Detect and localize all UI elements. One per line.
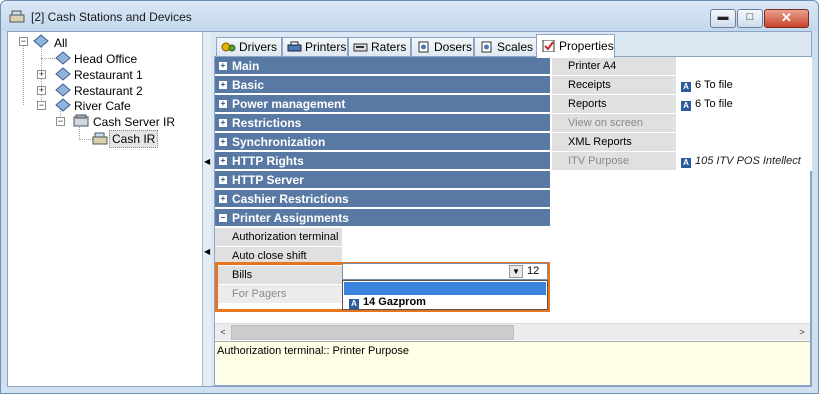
tree-line	[79, 139, 93, 140]
expand-icon[interactable]: +	[219, 100, 227, 108]
expand-icon[interactable]: +	[219, 195, 227, 203]
category-main[interactable]: + Main	[215, 57, 550, 75]
expand-icon[interactable]: +	[219, 176, 227, 184]
server-icon	[73, 114, 89, 127]
tab-printers[interactable]: Printers	[282, 37, 348, 57]
device-tree[interactable]: − All Head Office + Restaurant 1 + Resta…	[8, 32, 203, 386]
cash-stations-window: [2] Cash Stations and Devices ▬ □ ✕ − Al…	[0, 0, 819, 394]
title-bar: [2] Cash Stations and Devices ▬ □ ✕	[1, 1, 818, 31]
printer-icon	[287, 41, 302, 52]
expand-icon[interactable]: +	[37, 86, 46, 95]
property-row[interactable]: XML Reports	[552, 133, 812, 152]
collapse-icon[interactable]: −	[19, 37, 28, 46]
expand-icon[interactable]: +	[37, 70, 46, 79]
close-button[interactable]: ✕	[764, 9, 809, 28]
expand-icon[interactable]: +	[219, 81, 227, 89]
dropdown-highlighted-item[interactable]	[344, 282, 546, 295]
property-name: Authorization terminal	[215, 228, 342, 247]
maximize-button[interactable]: □	[737, 9, 763, 28]
property-row[interactable]: Reports A 6 To file	[552, 95, 812, 114]
cash-register-icon	[9, 10, 25, 23]
expand-icon[interactable]: +	[219, 62, 227, 70]
dropdown-option[interactable]: A 14 Gazprom	[345, 295, 426, 309]
tree-item-all[interactable]: All	[52, 35, 69, 51]
expand-icon[interactable]: +	[219, 157, 227, 165]
tab-drivers[interactable]: Drivers	[216, 37, 282, 57]
drivers-icon	[221, 42, 236, 52]
scroll-left-icon[interactable]: <	[215, 325, 231, 340]
details-pane: Drivers Printers Raters Dosers Scales Pr…	[211, 32, 812, 386]
tree-item-river-cafe[interactable]: River Cafe	[72, 98, 133, 114]
property-row[interactable]: Receipts A 6 To file	[552, 76, 812, 95]
description-panel: Authorization terminal:: Printer Purpose	[215, 341, 810, 385]
minimize-icon: ▬	[717, 11, 729, 23]
printer-dropdown-list[interactable]: A 14 Gazprom	[342, 280, 548, 310]
tree-item-restaurant-1[interactable]: Restaurant 1	[72, 67, 145, 83]
printer-type-icon: A	[349, 299, 359, 309]
scales-icon	[481, 41, 492, 53]
cash-register-icon	[92, 132, 108, 145]
tab-dosers[interactable]: Dosers	[411, 37, 474, 57]
category-power-management[interactable]: + Power management	[215, 95, 550, 113]
doser-icon	[418, 41, 429, 53]
window-title: [2] Cash Stations and Devices	[31, 10, 192, 24]
expand-icon[interactable]: +	[219, 119, 227, 127]
authorization-terminal-combo[interactable]: ▼ 12	[342, 263, 548, 280]
client-area: − All Head Office + Restaurant 1 + Resta…	[7, 31, 812, 387]
property-row[interactable]: Printer A4	[552, 57, 812, 76]
group-icon	[55, 98, 71, 112]
maximize-icon: □	[746, 11, 754, 23]
category-http-server[interactable]: + HTTP Server	[215, 171, 550, 189]
group-icon	[55, 83, 71, 97]
property-row[interactable]: ITV Purpose A 105 ITV POS Intellect	[552, 152, 812, 171]
property-row[interactable]: View on screen	[552, 114, 812, 133]
collapse-left-icon[interactable]: ◀	[204, 247, 210, 256]
tab-bar: Drivers Printers Raters Dosers Scales Pr…	[211, 34, 811, 58]
tree-item-head-office[interactable]: Head Office	[72, 51, 139, 67]
category-cashier-restrictions[interactable]: + Cashier Restrictions	[215, 190, 550, 208]
group-icon	[55, 67, 71, 81]
tab-raters[interactable]: Raters	[348, 37, 411, 57]
collapse-icon[interactable]: −	[219, 214, 227, 222]
minimize-button[interactable]: ▬	[710, 9, 736, 28]
expand-icon[interactable]: +	[219, 138, 227, 146]
scroll-thumb[interactable]	[231, 325, 514, 340]
category-printer-assignments[interactable]: − Printer Assignments	[215, 209, 550, 227]
property-row[interactable]: Authorization terminal	[215, 228, 550, 247]
properties-icon	[542, 40, 555, 52]
close-icon: ✕	[781, 10, 792, 25]
printer-type-icon: A	[681, 158, 691, 168]
dropdown-arrow-icon[interactable]: ▼	[509, 265, 523, 278]
category-http-rights[interactable]: + HTTP Rights	[215, 152, 550, 170]
combo-number: 12	[527, 265, 540, 277]
printer-type-icon: A	[681, 82, 691, 92]
tree-item-cash-ir[interactable]: Cash IR	[109, 130, 159, 148]
rater-icon	[353, 43, 368, 52]
printer-type-icon: A	[681, 101, 691, 111]
tree-item-restaurant-2[interactable]: Restaurant 2	[72, 83, 145, 99]
category-basic[interactable]: + Basic	[215, 76, 550, 94]
tab-properties[interactable]: Properties	[536, 34, 615, 58]
splitter[interactable]: ◀ ◀	[203, 32, 211, 386]
tree-line	[23, 45, 24, 105]
collapse-icon[interactable]: −	[37, 101, 46, 110]
network-icon	[33, 34, 49, 48]
tree-item-cash-server-ir[interactable]: Cash Server IR	[91, 114, 177, 130]
tab-scales[interactable]: Scales	[474, 37, 537, 57]
horizontal-scrollbar[interactable]: < >	[215, 323, 810, 340]
category-restrictions[interactable]: + Restrictions	[215, 114, 550, 132]
category-synchronization[interactable]: + Synchronization	[215, 133, 550, 151]
properties-panel: + Main + Basic + Power management + Restrict…	[214, 56, 812, 386]
property-value[interactable]	[343, 228, 550, 247]
description-text: Authorization terminal:: Printer Purpose	[217, 345, 409, 357]
scroll-right-icon[interactable]: >	[794, 325, 810, 340]
collapse-left-icon[interactable]: ◀	[204, 157, 210, 166]
group-icon	[55, 51, 71, 65]
collapse-icon[interactable]: −	[56, 117, 65, 126]
